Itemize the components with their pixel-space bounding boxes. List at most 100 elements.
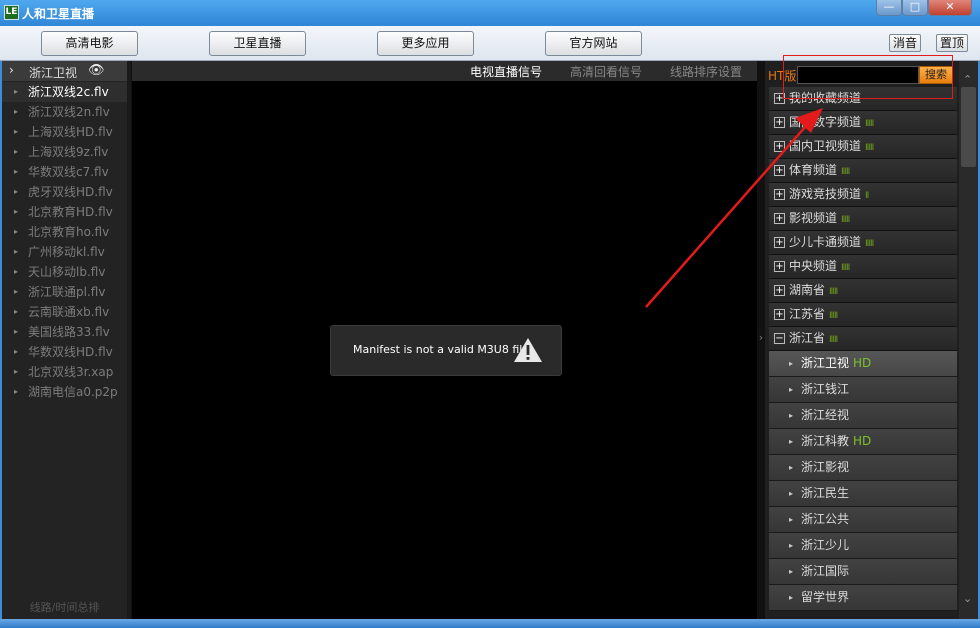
source-list-item[interactable]: ▸ 北京教育HD.flv [2, 202, 127, 222]
source-list-item-label: 云南联通xb.flv [28, 305, 110, 319]
channel-category[interactable]: + 中央频道 IIIII [769, 255, 957, 279]
channel-category[interactable]: + 体育频道 IIIII [769, 159, 957, 183]
subchannel-label: 浙江科教 [801, 434, 850, 448]
expand-plus-icon[interactable]: + [774, 141, 785, 152]
subchannel-item[interactable]: ▸ 浙江影视 [769, 455, 957, 481]
mute-button[interactable]: 消音 [889, 34, 921, 52]
tab-live-signal[interactable]: 电视直播信号 [470, 63, 542, 80]
app-logo-icon: LE [4, 5, 19, 20]
source-list-item-label: 浙江双线2c.flv [28, 85, 109, 99]
source-list-item[interactable]: ▸ 北京双线3r.xap [2, 362, 127, 382]
source-list-footer[interactable]: 线路/时间总排 [2, 599, 127, 615]
current-channel-name: 浙江卫视 [29, 66, 78, 80]
source-list-item[interactable]: ▸ 美国线路33.flv [2, 322, 127, 342]
collapse-right-panel-handle[interactable]: › [757, 311, 765, 365]
expand-plus-icon[interactable]: + [774, 261, 785, 272]
subchannel-item[interactable]: ▸ 浙江科教 HD [769, 429, 957, 455]
official-site-button[interactable]: 官方网站 [545, 31, 642, 56]
arrow-right-icon: ▸ [789, 541, 794, 550]
source-list-item[interactable]: ▸ 浙江联通pl.flv [2, 282, 127, 302]
signal-strength-bars: IIIII [829, 311, 838, 321]
subchannel-item[interactable]: ▸ 留学世界 [769, 585, 957, 611]
source-list-item-label: 华数双线HD.flv [28, 345, 113, 359]
source-list-item[interactable]: ▸ 浙江双线2n.flv [2, 102, 127, 122]
source-list-item[interactable]: ▸ 上海双线HD.flv [2, 122, 127, 142]
bullet-icon: ▸ [14, 247, 19, 256]
expand-plus-icon[interactable]: + [774, 237, 785, 248]
source-list-item-label: 北京教育HD.flv [28, 205, 113, 219]
tab-hd-replay-signal[interactable]: 高清回看信号 [570, 63, 642, 80]
satellite-live-button[interactable]: 卫星直播 [209, 31, 306, 56]
source-list-item[interactable]: ▸ 华数双线c7.flv [2, 162, 127, 182]
arrow-right-icon: ▸ [789, 411, 794, 420]
expand-plus-icon[interactable]: + [774, 165, 785, 176]
source-list-item[interactable]: ▸ 天山移动lb.flv [2, 262, 127, 282]
signal-strength-bars: IIIII [841, 167, 850, 177]
channel-scrollbar[interactable]: ⌃ ⌄ [959, 61, 978, 619]
expand-plus-icon[interactable]: + [774, 213, 785, 224]
channel-category[interactable]: + 游戏竞技频道 II [769, 183, 957, 207]
minimize-button[interactable]: — [876, 0, 902, 16]
hd-movie-button[interactable]: 高清电影 [41, 31, 138, 56]
bullet-icon: ▸ [14, 387, 19, 396]
channel-category[interactable]: + 湖南省 IIIII [769, 279, 957, 303]
subchannel-item[interactable]: ▸ 浙江公共 [769, 507, 957, 533]
channel-category[interactable]: + 江苏省 IIIII [769, 303, 957, 327]
source-list-item-label: 上海双线HD.flv [28, 125, 113, 139]
channel-category[interactable]: + 国内数字频道 IIIII [769, 111, 957, 135]
source-list-item[interactable]: ▸ 华数双线HD.flv [2, 342, 127, 362]
source-list-item[interactable]: ▸ 云南联通xb.flv [2, 302, 127, 322]
source-list: ▸ 浙江双线2c.flv ▸ 浙江双线2n.flv ▸ 上海双线HD.flv ▸ 上海双线9z… [2, 82, 127, 402]
collapse-minus-icon[interactable]: − [774, 333, 785, 344]
arrow-right-icon: ▸ [789, 593, 794, 602]
title-bar: LE 人和卫星直播 — □ ✕ [0, 0, 980, 26]
subchannel-label: 浙江影视 [801, 460, 850, 474]
close-button[interactable]: ✕ [928, 0, 972, 16]
bullet-icon: ▸ [14, 187, 19, 196]
subchannel-label: 浙江公共 [801, 512, 850, 526]
subchannel-item[interactable]: ▸ 浙江国际 [769, 559, 957, 585]
channel-category-label: 影视频道 [789, 211, 838, 225]
bullet-icon: ▸ [14, 227, 19, 236]
subchannel-item[interactable]: ▸ 浙江经视 [769, 403, 957, 429]
signal-strength-bars: IIIII [865, 119, 874, 129]
more-apps-button[interactable]: 更多应用 [377, 31, 474, 56]
subchannel-item[interactable]: ▸ 浙江卫视 HD [769, 351, 957, 377]
signal-strength-bars: IIIII [841, 215, 850, 225]
bullet-icon: ▸ [14, 147, 19, 156]
subchannel-item[interactable]: ▸ 浙江少儿 [769, 533, 957, 559]
scroll-up-icon[interactable]: ⌃ [963, 73, 972, 86]
subchannel-label: 浙江卫视 [801, 356, 850, 370]
expand-plus-icon[interactable]: + [774, 285, 785, 296]
source-list-item[interactable]: ▸ 湖南电信a0.p2p [2, 382, 127, 402]
source-list-item[interactable]: ▸ 广州移动kl.flv [2, 242, 127, 262]
source-list-item-label: 上海双线9z.flv [28, 145, 109, 159]
source-list-item-label: 华数双线c7.flv [28, 165, 109, 179]
channel-category-label: 国内数字频道 [789, 115, 862, 129]
source-list-item[interactable]: ▸ 北京教育ho.flv [2, 222, 127, 242]
pin-top-button[interactable]: 置顶 [936, 34, 968, 52]
source-list-item[interactable]: ▸ 虎牙双线HD.flv [2, 182, 127, 202]
expand-plus-icon[interactable]: + [774, 309, 785, 320]
tab-line-sort-settings[interactable]: 线路排序设置 [670, 63, 742, 80]
arrow-right-icon: ▸ [789, 463, 794, 472]
scroll-down-icon[interactable]: ⌄ [963, 592, 972, 605]
scroll-thumb[interactable] [961, 87, 976, 167]
channel-category[interactable]: + 影视频道 IIIII [769, 207, 957, 231]
channel-category[interactable]: + 国内卫视频道 IIIII [769, 135, 957, 159]
channel-category[interactable]: + 少儿卡通频道 IIIII [769, 231, 957, 255]
bullet-icon: ▸ [14, 327, 19, 336]
source-list-item[interactable]: ▸ 浙江双线2c.flv [2, 82, 127, 102]
subchannel-item[interactable]: ▸ 浙江钱江 [769, 377, 957, 403]
bullet-icon: ▸ [14, 347, 19, 356]
source-list-header: › 浙江卫视 👁 [2, 61, 127, 81]
expand-plus-icon[interactable]: + [774, 189, 785, 200]
arrow-right-icon: ▸ [789, 515, 794, 524]
expand-plus-icon[interactable]: + [774, 117, 785, 128]
eye-icon[interactable]: 👁 [88, 63, 105, 78]
subchannel-item[interactable]: ▸ 浙江民生 [769, 481, 957, 507]
maximize-button[interactable]: □ [902, 0, 928, 16]
source-list-item[interactable]: ▸ 上海双线9z.flv [2, 142, 127, 162]
channel-category[interactable]: − 浙江省 IIIII [769, 327, 957, 351]
expand-chevron-icon[interactable]: › [9, 63, 14, 77]
